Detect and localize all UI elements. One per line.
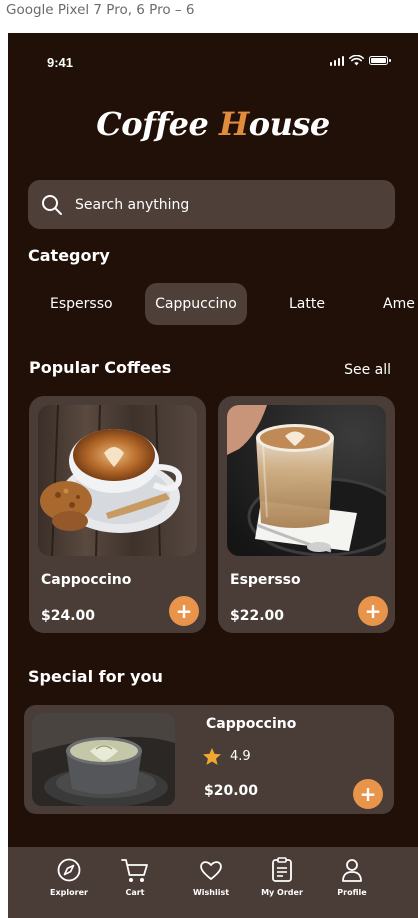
rating-value: 4.9 xyxy=(230,749,251,764)
wifi-icon xyxy=(349,55,364,66)
status-time: 9:41 xyxy=(47,55,74,70)
product-image-cappuccino xyxy=(38,405,197,556)
product-price: $22.00 xyxy=(230,608,285,624)
category-item-latte[interactable]: Latte xyxy=(289,283,325,325)
logo-text-part3: ouse xyxy=(248,105,330,143)
nav-item-my-order[interactable]: My Order xyxy=(252,857,312,897)
product-image-espresso xyxy=(227,405,386,556)
nav-item-explorer[interactable]: Explorer xyxy=(39,857,99,897)
category-item-espresso[interactable]: Espersso xyxy=(50,283,113,325)
product-name: Cappoccino xyxy=(41,572,132,588)
search-input[interactable] xyxy=(75,190,375,220)
user-icon xyxy=(342,859,362,882)
product-price: $24.00 xyxy=(41,608,96,624)
special-item-rating: 4.9 xyxy=(202,747,251,766)
nav-label: Wishlist xyxy=(192,888,230,897)
compass-icon xyxy=(57,858,81,882)
product-name: Espersso xyxy=(230,572,301,588)
category-item-cappuccino[interactable]: Cappuccino xyxy=(145,283,247,325)
product-card-cappoccino[interactable]: Cappoccino $24.00 + xyxy=(29,396,206,633)
nav-item-wishlist[interactable]: Wishlist xyxy=(181,857,241,897)
add-to-cart-button[interactable]: + xyxy=(358,596,388,626)
phone-screen: 9:41 Coffee House Category Espersso Capp… xyxy=(8,33,418,918)
popular-coffees-title: Popular Coffees xyxy=(29,358,172,377)
battery-icon xyxy=(369,56,391,65)
category-title: Category xyxy=(28,246,110,265)
status-bar: 9:41 xyxy=(8,33,418,89)
special-title: Special for you xyxy=(28,667,163,686)
clipboard-icon xyxy=(272,857,292,882)
nav-label: Explorer xyxy=(50,888,88,897)
heart-icon xyxy=(200,861,222,880)
add-to-cart-button[interactable]: + xyxy=(169,596,199,626)
app-logo: Coffee House xyxy=(8,105,418,143)
logo-text-part1: Coffee xyxy=(96,105,219,143)
product-card-espersso[interactable]: Espersso $22.00 + xyxy=(218,396,395,633)
nav-item-profile[interactable]: Profile xyxy=(322,857,382,897)
bottom-nav: Explorer Cart Wishlist My Order Profile xyxy=(8,847,418,918)
category-list: Espersso Cappuccino Latte Ame xyxy=(8,283,418,327)
logo-text-accent: H xyxy=(218,105,249,143)
nav-label: Cart xyxy=(125,888,145,897)
system-icons xyxy=(329,55,391,66)
special-item-card[interactable]: Cappoccino 4.9 $20.00 + xyxy=(24,705,394,814)
category-item-americano[interactable]: Ame xyxy=(383,283,415,325)
signal-icon xyxy=(329,55,344,66)
cart-icon xyxy=(121,859,148,882)
nav-item-cart[interactable]: Cart xyxy=(105,857,165,897)
special-item-price: $20.00 xyxy=(204,783,259,799)
add-to-cart-button[interactable]: + xyxy=(353,779,383,809)
special-item-name: Cappoccino xyxy=(206,716,297,732)
device-frame-label: Google Pixel 7 Pro, 6 Pro – 6 xyxy=(6,2,195,18)
nav-label: Profile xyxy=(337,888,367,897)
see-all-link[interactable]: See all xyxy=(344,362,391,378)
search-bar[interactable] xyxy=(28,180,395,229)
nav-label: My Order xyxy=(261,888,303,897)
star-icon xyxy=(203,747,221,765)
search-icon xyxy=(42,195,62,215)
special-item-image xyxy=(32,713,175,806)
